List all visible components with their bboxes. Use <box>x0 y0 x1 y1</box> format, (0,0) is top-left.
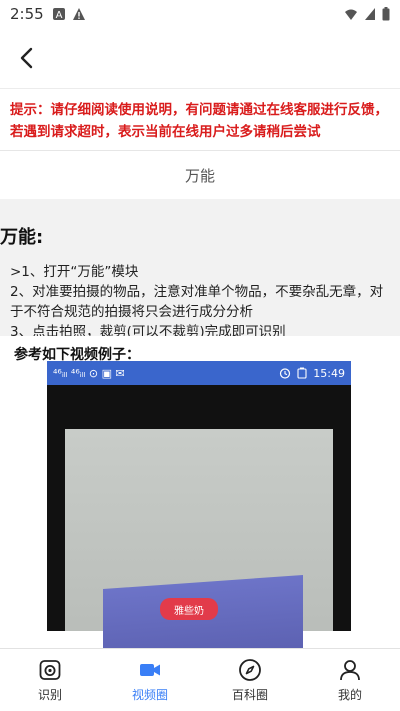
tab-label: 视频圈 <box>131 687 168 702</box>
warning-icon <box>72 8 85 20</box>
video-status-left: ⁴⁶ᵢₗₗ ⁴⁶ᵢₗₗ ⊙ ▣ ✉ <box>53 366 125 380</box>
signal-icon <box>365 8 375 20</box>
steps-list: >1、打开“万能”模块 2、对准要拍摄的物品，注意对准单个物品，不要杂乱无章，对… <box>10 262 390 342</box>
tab-video-circle[interactable]: 视频圈 <box>100 649 200 711</box>
camera-icon <box>39 659 61 680</box>
alarm-icon <box>280 368 291 379</box>
user-icon <box>340 659 360 680</box>
app-header <box>0 28 400 88</box>
battery-icon <box>382 7 390 21</box>
video-icon <box>140 663 160 676</box>
svg-text:A: A <box>55 10 62 21</box>
status-right-icons <box>344 7 390 21</box>
tab-mine[interactable]: 我的 <box>300 649 400 711</box>
notice-banner: 提示：请仔细阅读使用说明，有问题请通过在线客服进行反馈，若遇到请求超时，表示当前… <box>0 88 400 150</box>
chevron-left-icon[interactable] <box>14 44 42 72</box>
bottom-tab-bar: 识别 视频圈 百科圈 我的 <box>0 648 400 711</box>
tab-label: 我的 <box>337 687 362 702</box>
battery-icon <box>297 367 307 379</box>
section-heading: 万能: <box>0 227 44 248</box>
status-bar: 2:55 A <box>0 0 400 28</box>
app-a-icon: A <box>52 8 65 21</box>
page-title: 万能 <box>0 150 400 199</box>
wifi-icon <box>345 9 357 20</box>
step-item: 2、对准要拍摄的物品，注意对准单个物品，不要杂乱无章，对于不符合规范的拍摄将只会… <box>10 284 384 320</box>
tab-encyclopedia[interactable]: 百科圈 <box>200 649 300 711</box>
video-status-time: 15:49 <box>313 366 345 380</box>
video-status-bar: ⁴⁶ᵢₗₗ ⁴⁶ᵢₗₗ ⊙ ▣ ✉ 15:49 <box>47 361 351 385</box>
compass-icon <box>239 658 261 681</box>
tab-label: 百科圈 <box>231 687 268 702</box>
step-item: >1、打开“万能”模块 <box>10 264 139 280</box>
product-logo: 雅些奶 <box>160 598 218 620</box>
tab-label: 识别 <box>37 687 62 702</box>
status-time: 2:55 <box>10 5 44 23</box>
tab-identify[interactable]: 识别 <box>0 649 100 711</box>
